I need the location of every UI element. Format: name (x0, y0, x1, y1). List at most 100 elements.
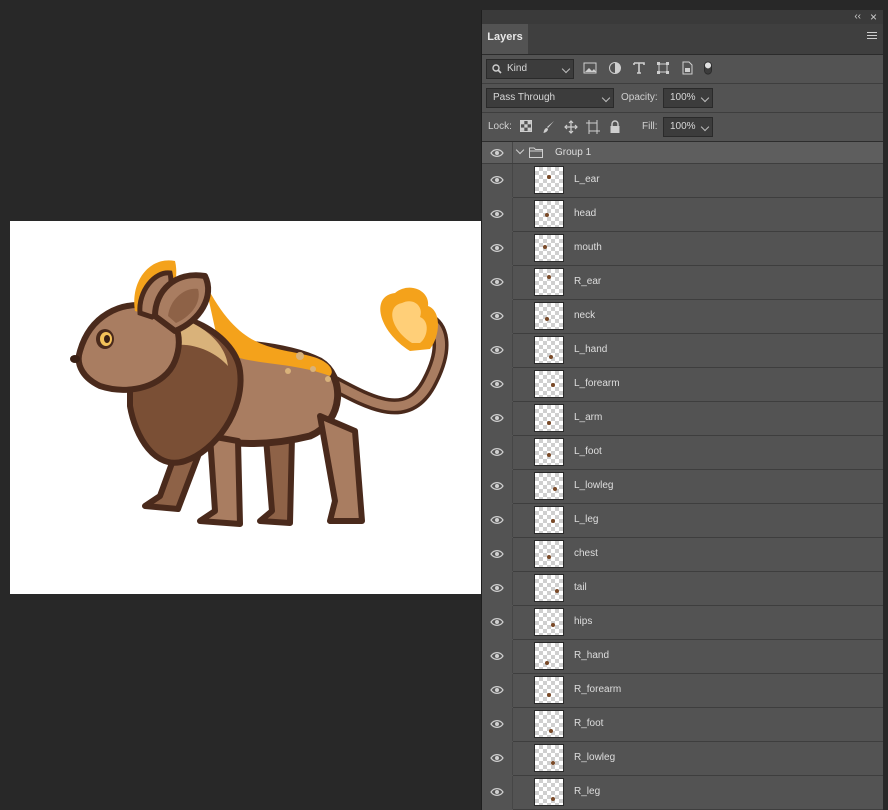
visibility-eye-icon[interactable] (490, 753, 504, 763)
layer-name: L_hand (574, 344, 608, 355)
layer-row[interactable]: L_lowleg (482, 470, 883, 504)
lock-position-icon[interactable] (564, 120, 578, 134)
lock-row: Lock: Fill: 100% (482, 113, 883, 142)
smart-object-filter-icon[interactable] (680, 61, 694, 75)
visibility-eye-icon[interactable] (490, 311, 504, 321)
layer-row[interactable]: L_forearm (482, 368, 883, 402)
visibility-eye-icon[interactable] (490, 549, 504, 559)
layer-name: R_foot (574, 718, 604, 729)
visibility-eye-icon[interactable] (490, 515, 504, 525)
visibility-eye-icon[interactable] (490, 685, 504, 695)
layer-name: mouth (574, 242, 602, 253)
layer-thumbnail (534, 404, 564, 432)
layer-row[interactable]: L_foot (482, 436, 883, 470)
layer-thumbnail (534, 608, 564, 636)
layer-thumbnail (534, 540, 564, 568)
layer-row[interactable]: head (482, 198, 883, 232)
visibility-eye-icon[interactable] (490, 583, 504, 593)
visibility-eye-icon[interactable] (490, 175, 504, 185)
layer-thumbnail (534, 370, 564, 398)
opacity-input[interactable]: 100% (663, 88, 713, 108)
layer-thumbnail (534, 676, 564, 704)
close-panel-icon[interactable]: × (870, 10, 877, 24)
layer-group-row[interactable]: Group 1 (482, 142, 883, 164)
panel-title-bar: ‹‹ × (482, 10, 883, 24)
layer-row[interactable]: L_hand (482, 334, 883, 368)
search-icon (492, 64, 502, 74)
fill-label: Fill: (642, 121, 658, 132)
panel-tab-bar: Layers (482, 24, 883, 55)
fill-value: 100% (670, 121, 696, 132)
layer-name: L_forearm (574, 378, 620, 389)
image-filter-icon[interactable] (583, 61, 597, 75)
layer-thumbnail (534, 506, 564, 534)
layer-name: head (574, 208, 597, 219)
visibility-eye-icon[interactable] (490, 481, 504, 491)
visibility-eye-icon[interactable] (490, 787, 504, 797)
layer-name: L_lowleg (574, 480, 614, 491)
visibility-eye-icon[interactable] (490, 277, 504, 287)
layer-row[interactable]: tail (482, 572, 883, 606)
layer-row[interactable]: L_leg (482, 504, 883, 538)
layer-name: neck (574, 310, 596, 321)
filter-kind-select[interactable]: Kind (486, 59, 574, 79)
type-filter-icon[interactable] (632, 61, 646, 75)
layer-row[interactable]: R_leg (482, 776, 883, 810)
visibility-eye-icon[interactable] (490, 651, 504, 661)
filter-toggle-icon[interactable] (703, 61, 713, 75)
layer-row[interactable]: L_arm (482, 402, 883, 436)
opacity-label: Opacity: (621, 92, 658, 103)
layer-row[interactable]: hips (482, 606, 883, 640)
visibility-eye-icon[interactable] (490, 617, 504, 627)
layer-thumbnail (534, 472, 564, 500)
fill-input[interactable]: 100% (663, 117, 713, 137)
collapse-panel-icon[interactable]: ‹‹ (854, 10, 861, 24)
layer-name: chest (574, 548, 598, 559)
adjustment-filter-icon[interactable] (608, 61, 622, 75)
layer-row[interactable]: chest (482, 538, 883, 572)
visibility-eye-icon[interactable] (490, 379, 504, 389)
visibility-eye-icon[interactable] (490, 413, 504, 423)
layer-row[interactable]: R_hand (482, 640, 883, 674)
layer-thumbnail (534, 200, 564, 228)
layer-name: R_forearm (574, 684, 622, 695)
visibility-eye-icon[interactable] (490, 447, 504, 457)
layer-thumbnail (534, 234, 564, 262)
layer-name: L_ear (574, 174, 600, 185)
layer-thumbnail (534, 336, 564, 364)
layer-row[interactable]: R_lowleg (482, 742, 883, 776)
layer-row[interactable]: R_foot (482, 708, 883, 742)
layer-filter-row: Kind (482, 55, 883, 84)
visibility-eye-icon[interactable] (490, 719, 504, 729)
chevron-down-icon[interactable] (515, 145, 525, 155)
visibility-eye-icon[interactable] (490, 148, 504, 158)
panel-menu-icon[interactable] (867, 32, 877, 42)
layer-name: R_lowleg (574, 752, 616, 763)
filter-kind-label: Kind (507, 63, 528, 74)
layer-row[interactable]: L_ear (482, 164, 883, 198)
tab-layers[interactable]: Layers (482, 24, 528, 54)
layer-row[interactable]: R_ear (482, 266, 883, 300)
layer-name: R_hand (574, 650, 610, 661)
visibility-eye-icon[interactable] (490, 209, 504, 219)
lock-label: Lock: (488, 121, 512, 132)
blend-mode-value: Pass Through (493, 92, 556, 103)
visibility-eye-icon[interactable] (490, 345, 504, 355)
layer-name: L_arm (574, 412, 603, 423)
lock-transparent-icon[interactable] (520, 120, 532, 132)
blend-mode-select[interactable]: Pass Through (486, 88, 614, 108)
layer-row[interactable]: R_forearm (482, 674, 883, 708)
layers-list: Group 1 L_earhead mouth R_earneck L_hand L_f… (482, 142, 883, 810)
document-canvas[interactable] (10, 221, 482, 594)
creature-artwork (70, 260, 449, 527)
layer-thumbnail (534, 778, 564, 806)
visibility-eye-icon[interactable] (490, 243, 504, 253)
lock-image-icon[interactable] (542, 120, 556, 134)
shape-filter-icon[interactable] (656, 61, 670, 75)
layer-name: L_leg (574, 514, 599, 525)
layer-row[interactable]: neck (482, 300, 883, 334)
lock-all-icon[interactable] (608, 120, 622, 134)
lock-artboard-icon[interactable] (586, 120, 600, 134)
layer-row[interactable]: mouth (482, 232, 883, 266)
layer-thumbnail (534, 574, 564, 602)
